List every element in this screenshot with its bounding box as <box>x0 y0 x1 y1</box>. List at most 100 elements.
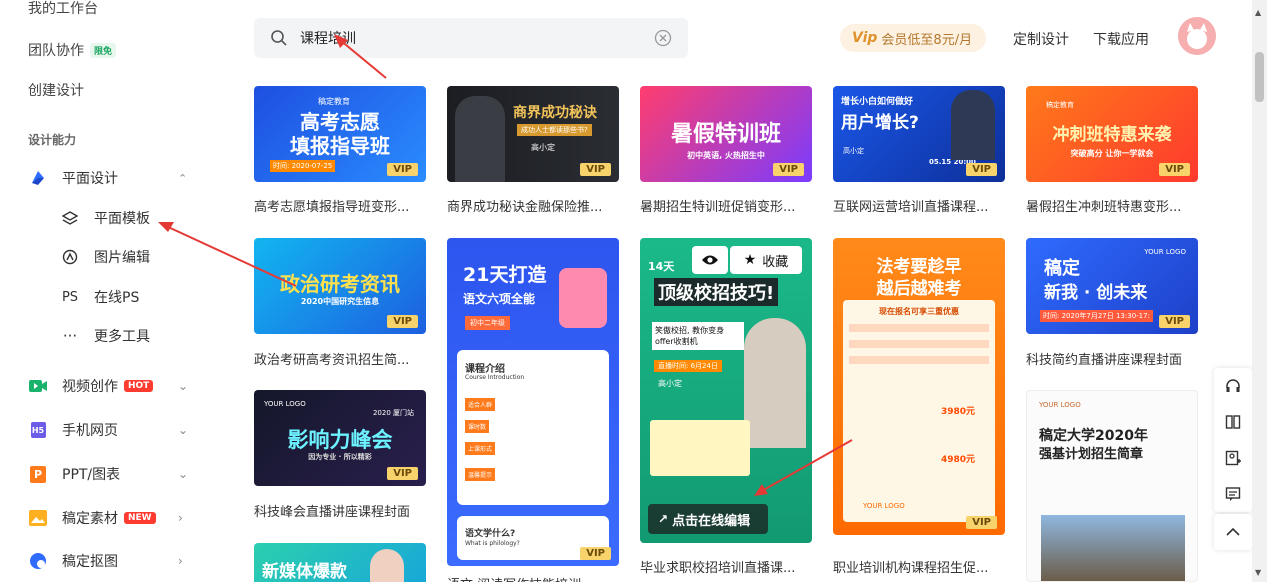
free-badge: 限免 <box>90 42 117 58</box>
card-logo: YOUR LOGO <box>863 502 905 510</box>
download-app-link[interactable]: 下载应用 <box>1093 29 1149 49</box>
sidebar-item-label: 手机网页 <box>62 423 118 439</box>
sidebar-item-label: 视频创作 <box>62 379 118 395</box>
template-card[interactable]: YOUR LOGO 稿定 新我 · 创未来 时间: 2020年7月27日 13:… <box>1026 238 1198 334</box>
template-card[interactable]: 稿定教育 高考志愿 填报指导班 时间: 2020-07-25 VIP <box>254 86 426 182</box>
card-caption[interactable]: 商界成功秘诀金融保险推... <box>447 196 621 215</box>
sidebar-item-workbench[interactable]: 我的工作台 <box>28 0 98 18</box>
card-title: 强基计划招生简章 <box>1039 447 1144 462</box>
section-subtitle: What is philology? <box>465 540 520 547</box>
card-caption[interactable]: 暑假招生冲刺班特惠变形... <box>1026 196 1200 215</box>
favorite-button[interactable]: ★ 收藏 <box>730 246 802 274</box>
template-card[interactable]: 21天打造 语文六项全能 初中二年级 课程介绍 Course Introduct… <box>447 238 619 566</box>
sidebar-subitem-more-tools[interactable]: ··· 更多工具 <box>60 324 150 348</box>
custom-design-link[interactable]: 定制设计 <box>1013 29 1069 49</box>
card-title: 新我 · 创未来 <box>1044 283 1148 303</box>
card-date: 直播时间: 6月24日 <box>654 360 722 372</box>
ps-icon: PS <box>61 289 79 305</box>
headset-icon[interactable] <box>1214 368 1252 404</box>
sidebar-item-ppt[interactable]: P PPT/图表 ⌄ <box>28 462 198 486</box>
scrollbar[interactable]: ▲ ▼ <box>1252 0 1267 582</box>
vip-badge: VIP <box>966 516 997 529</box>
sidebar-item-label: 我的工作台 <box>28 1 98 17</box>
card-title: 稿定 <box>1044 258 1080 279</box>
chevron-down-icon[interactable]: ⌄ <box>178 467 188 481</box>
sidebar-item-h5[interactable]: H5 手机网页 ⌄ <box>28 418 198 442</box>
chevron-down-icon[interactable]: ⌄ <box>178 423 188 437</box>
edit-online-button[interactable]: ↗ 点击在线编辑 <box>648 504 768 534</box>
avatar[interactable] <box>1178 17 1216 55</box>
card-name: 高小定 <box>658 379 682 388</box>
chevron-up-icon[interactable]: ⌃ <box>178 172 187 185</box>
card-caption[interactable]: 科技峰会直播讲座课程封面 <box>254 501 428 520</box>
sidebar-subitem-online-ps[interactable]: PS 在线PS <box>60 285 139 309</box>
content-panel <box>650 420 750 476</box>
card-subtitle: 现在报名可享三重优惠 <box>879 307 959 316</box>
template-card[interactable]: 政治研考资讯 2020中国研究生信息 VIP <box>254 238 426 334</box>
sidebar-item-video[interactable]: 视频创作 HOT ⌄ <box>28 374 198 398</box>
profile-add-icon[interactable] <box>1214 440 1252 476</box>
offer-line <box>849 340 989 348</box>
card-caption[interactable]: 毕业求职校招培训直播课... <box>640 557 814 576</box>
sidebar-item-material[interactable]: 稿定素材 NEW › <box>28 506 198 530</box>
sidebar-item-label: 在线PS <box>94 290 140 306</box>
person-photo <box>455 96 505 182</box>
card-caption[interactable]: 互联网运营培训直播课程... <box>833 196 1007 215</box>
clear-icon[interactable] <box>654 29 672 47</box>
search-input[interactable] <box>300 30 640 46</box>
search-bar[interactable] <box>254 18 688 58</box>
template-card[interactable]: 法考要趁早 越后越难考 现在报名可享三重优惠 3980元 4980元 YOUR … <box>833 238 1005 535</box>
card-name: 高小定 <box>531 143 555 152</box>
chevron-right-icon[interactable]: › <box>178 554 183 568</box>
sidebar-item-create[interactable]: 创建设计 <box>28 80 84 100</box>
sidebar-item-cutout[interactable]: 稿定抠图 › <box>28 549 198 573</box>
vip-promo-button[interactable]: Vip 会员低至8元/月 <box>840 24 987 52</box>
card-tag: 2020 厦门站 <box>372 409 414 417</box>
view-icon[interactable] <box>692 246 728 274</box>
template-card[interactable]: 新媒体爆款 <box>254 543 426 582</box>
feedback-icon[interactable] <box>1214 476 1252 512</box>
card-title: 14天 <box>648 260 675 273</box>
edit-online-label: 点击在线编辑 <box>672 513 751 529</box>
person-photo <box>744 318 806 448</box>
card-caption[interactable]: 政治考研高考资讯招生简... <box>254 349 428 368</box>
scroll-up-icon[interactable]: ▲ <box>1255 8 1261 17</box>
sidebar: 我的工作台 团队协作 限免 创建设计 设计能力 平面设计 ⌃ 平面模板 图片编辑 <box>0 0 200 582</box>
sidebar-subitem-templates[interactable]: 平面模板 <box>60 206 150 230</box>
vip-badge: VIP <box>966 163 997 176</box>
sidebar-subitem-image-edit[interactable]: 图片编辑 <box>60 245 150 269</box>
template-card[interactable]: YOUR LOGO 稿定大学2020年 强基计划招生简章 <box>1026 390 1198 582</box>
card-tag: 初中二年级 <box>465 316 510 330</box>
template-card[interactable]: 稿定教育 冲刺班特惠来袭 突破高分 让你一学就会 VIP <box>1026 86 1198 182</box>
template-card-hovered[interactable]: 14天 顶级校招技巧! 笑傲校招, 教你变身offer收割机 直播时间: 6月2… <box>640 238 812 543</box>
card-caption[interactable]: 职业培训机构课程招生促... <box>833 557 1007 576</box>
card-caption[interactable]: 科技简约直播讲座课程封面 <box>1026 349 1200 368</box>
card-subtitle: 笑傲校招, 教你变身offer收割机 <box>652 322 744 350</box>
vip-badge: VIP <box>580 163 611 176</box>
sidebar-item-team[interactable]: 团队协作 限免 <box>28 40 117 60</box>
card-title: 填报指导班 <box>290 134 390 158</box>
compare-icon[interactable] <box>1214 404 1252 440</box>
sidebar-item-graphic-design[interactable]: 平面设计 ⌃ <box>28 166 198 190</box>
back-to-top-button[interactable] <box>1214 514 1252 550</box>
h5-icon: H5 <box>28 420 48 440</box>
card-caption[interactable]: 暑期招生特训班促销变形... <box>640 196 814 215</box>
chevron-right-icon[interactable]: › <box>178 511 183 525</box>
card-caption[interactable]: 语文·阅读写作技能培训... <box>447 574 621 582</box>
template-card[interactable]: 增长小白如何做好 用户增长? 高小定 05.15 20:00 VIP <box>833 86 1005 182</box>
template-card[interactable]: 商界成功秘诀 成功人士都读那些书? 高小定 VIP <box>447 86 619 182</box>
sidebar-item-label: 团队协作 <box>28 43 84 59</box>
card-caption[interactable]: 高考志愿填报指导班变形... <box>254 196 428 215</box>
card-title: 语文六项全能 <box>463 292 536 306</box>
template-card[interactable]: 暑假特训班 初中英语, 火热招生中 VIP <box>640 86 812 182</box>
scrollbar-thumb[interactable] <box>1255 52 1264 102</box>
scroll-down-icon[interactable]: ▼ <box>1255 568 1261 577</box>
card-subtitle: 突破高分 让你一学就会 <box>1070 149 1154 158</box>
card-title: 顶级校招技巧! <box>654 278 779 306</box>
template-card[interactable]: YOUR LOGO 2020 厦门站 影响力峰会 因为专业 · 所以精彩 VIP <box>254 390 426 486</box>
card-date: 时间: 2020-07-25 <box>270 160 336 172</box>
chevron-down-icon[interactable]: ⌄ <box>178 379 188 393</box>
course-intro-panel: 课程介绍 Course Introduction 适合人群 课时数 上课形式 温… <box>457 350 609 505</box>
floating-toolbar <box>1214 368 1252 512</box>
book-illustration <box>559 268 607 328</box>
